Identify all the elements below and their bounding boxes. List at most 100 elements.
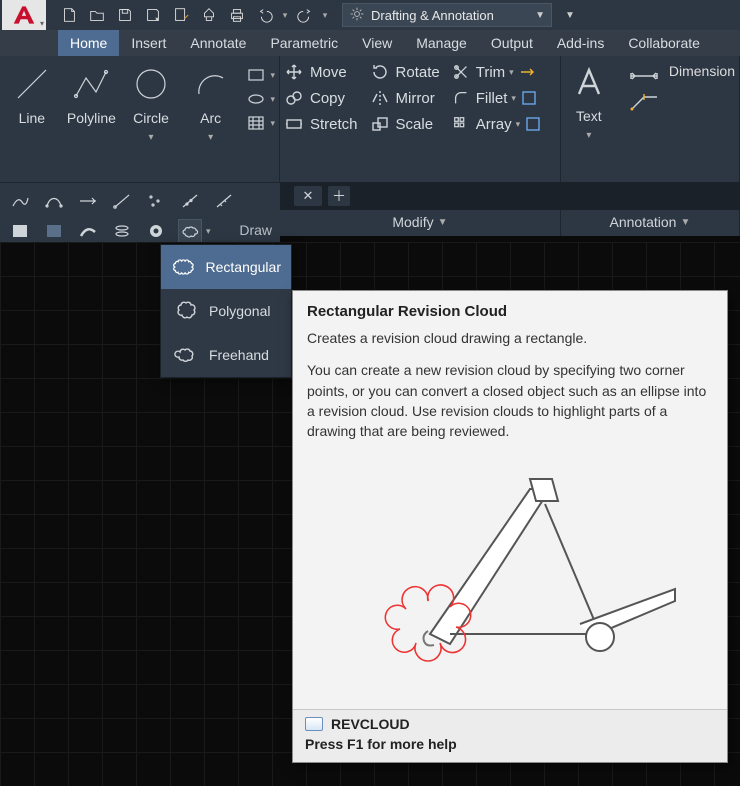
trim-icon — [452, 63, 470, 81]
qat-new-button[interactable] — [56, 2, 82, 28]
tab-home[interactable]: Home — [58, 30, 119, 56]
tool-hatch[interactable] — [246, 114, 275, 132]
tool-label: Rotate — [396, 64, 440, 81]
qat-plot-button[interactable] — [196, 2, 222, 28]
tool-spline-fit[interactable] — [8, 189, 32, 213]
qat-openweb-button[interactable] — [168, 2, 194, 28]
tool-polyline[interactable]: Polyline — [64, 62, 120, 126]
tool-label: Array — [476, 116, 512, 133]
qat-save-button[interactable] — [112, 2, 138, 28]
fillet-icon — [452, 89, 470, 107]
tooltip-detail: You can create a new revision cloud by s… — [307, 360, 713, 441]
caret-down-icon[interactable] — [509, 67, 514, 78]
tool-donut[interactable] — [144, 219, 168, 243]
tool-copy[interactable]: Copy — [284, 88, 358, 108]
revcloud-rect-icon — [171, 255, 198, 279]
caret-down-icon[interactable]: ▾ — [206, 226, 211, 237]
panel-title-annotation[interactable]: Annotation▼ — [561, 210, 739, 236]
workspace-picker[interactable]: Drafting & Annotation ▼ — [342, 3, 552, 27]
tab-label: Insert — [131, 35, 166, 51]
tool-stretch[interactable]: Stretch — [284, 114, 358, 134]
tool-measure[interactable] — [212, 189, 236, 213]
tool-array[interactable]: Array — [452, 115, 512, 133]
leader-icon — [627, 92, 661, 114]
tool-rectangle[interactable] — [246, 66, 275, 84]
qat-print-button[interactable] — [224, 2, 250, 28]
tool-fillet[interactable]: Fillet — [452, 89, 508, 107]
qat-saveas-button[interactable] — [140, 2, 166, 28]
tab-manage[interactable]: Manage — [404, 30, 479, 56]
tool-ray[interactable] — [110, 189, 134, 213]
tooltip-command-row: REVCLOUD — [305, 716, 715, 732]
command-icon — [305, 717, 323, 731]
tool-3dpoly[interactable] — [76, 219, 100, 243]
tab-addins[interactable]: Add-ins — [545, 30, 616, 56]
tool-mirror[interactable]: Mirror — [370, 88, 440, 108]
tool-divide[interactable] — [178, 189, 202, 213]
extend-icon[interactable] — [518, 63, 536, 81]
tab-label: Parametric — [270, 35, 338, 51]
rotate-icon — [370, 62, 390, 82]
tool-rotate[interactable]: Rotate — [370, 62, 440, 82]
tool-line[interactable]: Line — [4, 62, 60, 126]
doc-tab-close[interactable]: ✕ — [294, 186, 322, 206]
tool-helix[interactable] — [110, 219, 134, 243]
subtool-icon[interactable] — [524, 115, 542, 133]
caret-down-icon[interactable] — [516, 119, 521, 130]
tool-text[interactable]: Text — [565, 60, 613, 141]
caret-down-icon[interactable] — [511, 93, 516, 104]
stretch-icon — [284, 114, 304, 134]
tool-label: Line — [19, 110, 45, 126]
copy-icon — [284, 88, 304, 108]
tab-insert[interactable]: Insert — [119, 30, 178, 56]
revcloud-option-polygonal[interactable]: Polygonal — [161, 289, 291, 333]
redo-caret-icon[interactable]: ▾ — [320, 2, 330, 28]
undo-caret-icon[interactable]: ▾ — [280, 2, 290, 28]
tool-scale[interactable]: Scale — [370, 114, 440, 134]
tool-label: Scale — [396, 116, 434, 133]
tool-region[interactable] — [8, 219, 32, 243]
tab-view[interactable]: View — [350, 30, 404, 56]
revcloud-poly-icon — [171, 299, 201, 323]
doc-tab-add[interactable]: ＋ — [328, 186, 350, 206]
tool-arc[interactable]: Arc — [183, 62, 239, 143]
tool-circle[interactable]: Circle — [123, 62, 179, 143]
tab-output[interactable]: Output — [479, 30, 545, 56]
revcloud-option-rectangular[interactable]: Rectangular — [161, 245, 291, 289]
chamfer-icon[interactable] — [520, 89, 538, 107]
app-logo-icon — [10, 3, 38, 27]
tab-collaborate[interactable]: Collaborate — [616, 30, 712, 56]
qat-more-button[interactable]: ▼ — [560, 3, 580, 27]
caret-down-icon — [270, 94, 275, 105]
tool-leader[interactable] — [627, 92, 735, 114]
qat-undo-button[interactable] — [252, 2, 278, 28]
scale-icon — [370, 114, 390, 134]
revcloud-option-freehand[interactable]: Freehand — [161, 333, 291, 377]
tool-dimension[interactable]: Dimension — [627, 60, 735, 82]
tool-spline-cv[interactable] — [42, 189, 66, 213]
document-tabs: ✕ ＋ — [280, 182, 740, 210]
tab-annotate[interactable]: Annotate — [178, 30, 258, 56]
app-menu-button[interactable]: ▾ — [2, 0, 46, 30]
qat-open-button[interactable] — [84, 2, 110, 28]
tool-wipeout[interactable] — [42, 219, 66, 243]
tab-parametric[interactable]: Parametric — [258, 30, 350, 56]
tooltip-help-hint: Press F1 for more help — [305, 736, 715, 752]
ribbon-tabstrip: Home Insert Annotate Parametric View Man… — [0, 30, 740, 56]
tool-move[interactable]: Move — [284, 62, 358, 82]
panel-title-draw[interactable]: Draw — [239, 222, 272, 238]
tool-revcloud[interactable] — [178, 219, 202, 243]
line-icon — [8, 62, 56, 106]
caret-down-icon — [270, 118, 275, 129]
tool-xline[interactable] — [76, 189, 100, 213]
tool-ellipse[interactable] — [246, 90, 275, 108]
revcloud-dropdown: Rectangular Polygonal Freehand — [160, 244, 292, 378]
tool-point-multiple[interactable] — [144, 189, 168, 213]
text-icon — [565, 60, 613, 104]
qat-redo-button[interactable] — [292, 2, 318, 28]
panel-title-modify[interactable]: Modify▼ — [280, 210, 560, 236]
option-label: Freehand — [209, 347, 269, 363]
caret-down-icon — [149, 132, 154, 143]
tool-trim[interactable]: Trim — [452, 63, 505, 81]
tooltip-card: Rectangular Revision Cloud Creates a rev… — [292, 290, 728, 763]
